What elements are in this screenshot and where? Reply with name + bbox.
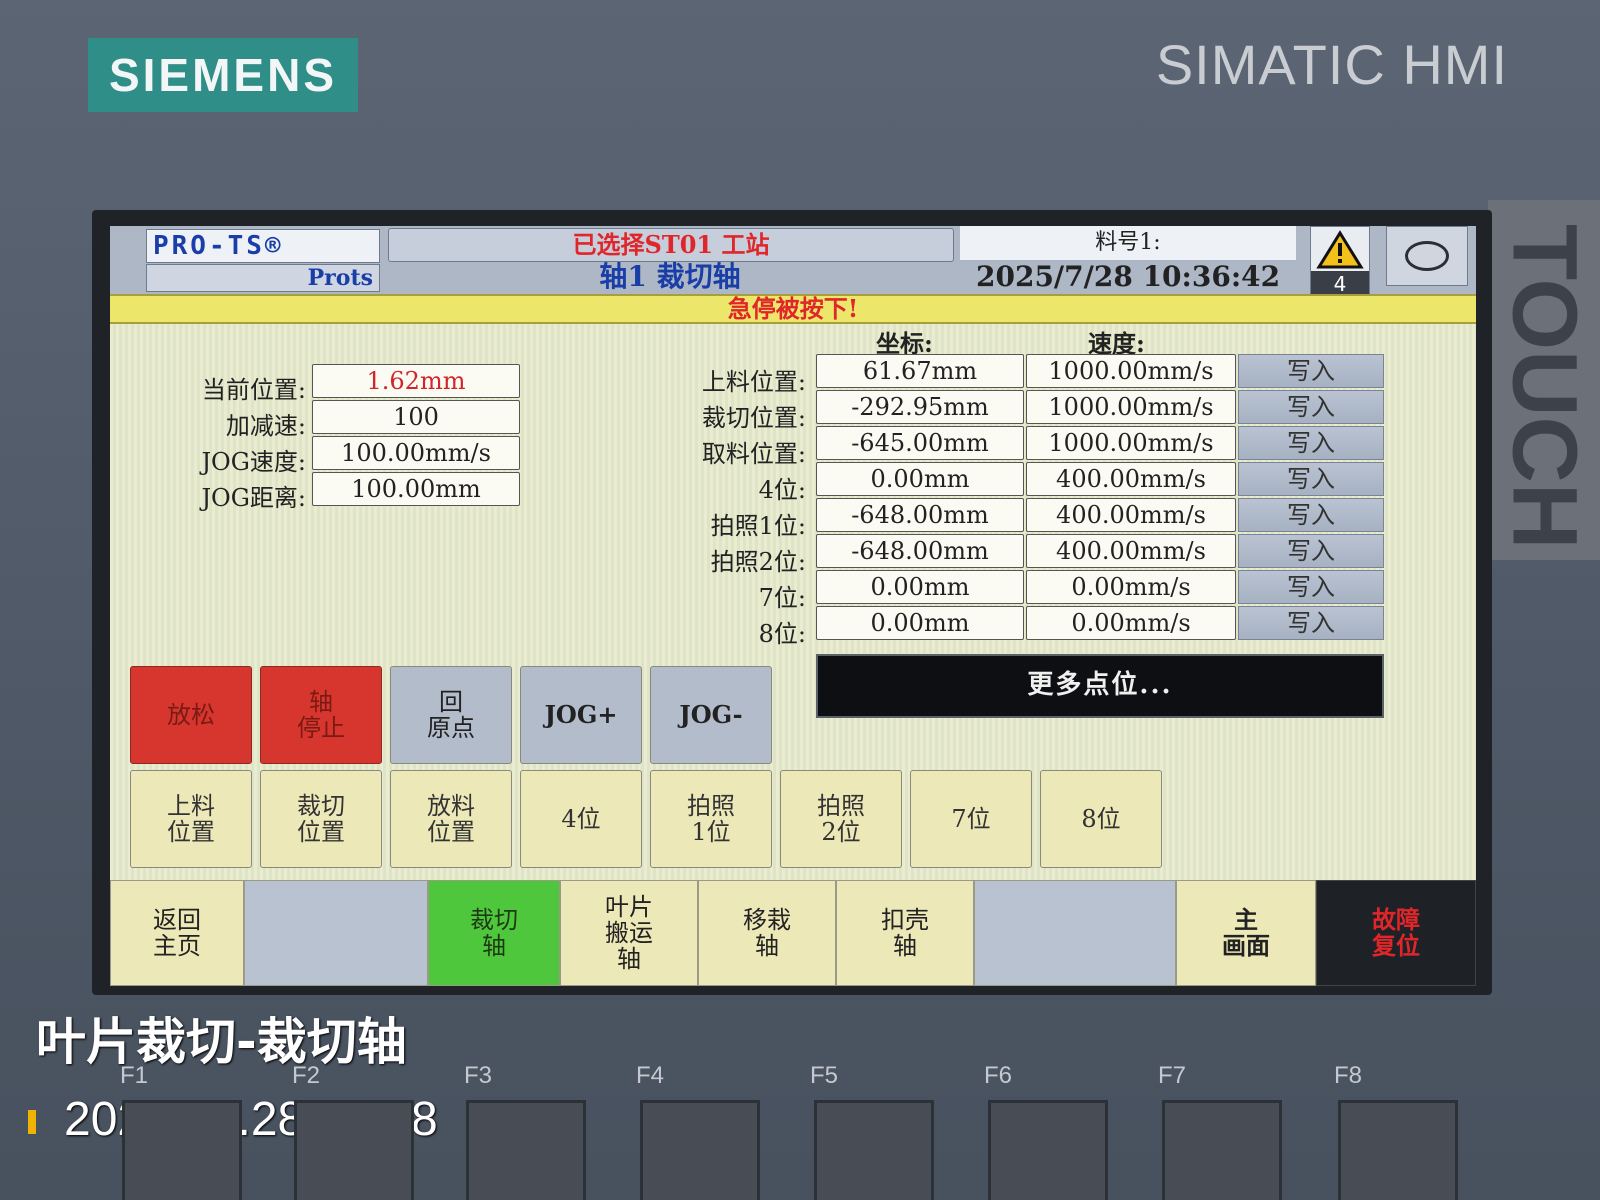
nav-blank-1 xyxy=(244,880,428,986)
header-bar: PRO-TS® Prots 已选择ST01 工站 轴1 裁切轴 料号1: 202… xyxy=(110,226,1476,298)
fkey-label-f1: F1 xyxy=(120,1062,149,1089)
goto-p8-button[interactable]: 8位 xyxy=(1040,770,1162,868)
jog-minus-button[interactable]: JOG- xyxy=(650,666,772,764)
siemens-logo: SIEMENS xyxy=(88,38,358,112)
material-number: 料号1: xyxy=(960,226,1296,260)
model-label: SIMATIC HMI xyxy=(1155,33,1508,96)
circle-icon xyxy=(1405,241,1449,271)
accel-field[interactable]: 100 xyxy=(312,400,520,434)
fkey-f3-button[interactable] xyxy=(466,1100,586,1200)
fkey-f7-button[interactable] xyxy=(1162,1100,1282,1200)
accel-label: 加减速: xyxy=(225,412,306,440)
goto-p4-button[interactable]: 4位 xyxy=(520,770,642,868)
goto-cut-button[interactable]: 裁切 位置 xyxy=(260,770,382,868)
row-label: 7位: xyxy=(758,584,806,612)
jog-distance-label: JOG距离: xyxy=(201,484,306,512)
row-label: 4位: xyxy=(758,476,806,504)
nav-cut-axis[interactable]: 裁切 轴 xyxy=(428,880,560,986)
row-label: 裁切位置: xyxy=(701,404,806,432)
speed-field[interactable]: 400.00mm/s xyxy=(1026,534,1236,568)
jog-speed-label: JOG速度: xyxy=(201,448,306,476)
speed-field[interactable]: 1000.00mm/s xyxy=(1026,426,1236,460)
goto-photo2-button[interactable]: 拍照 2位 xyxy=(780,770,902,868)
touch-label: TOUCH xyxy=(1488,200,1600,560)
coord-field[interactable]: -645.00mm xyxy=(816,426,1024,460)
coord-field[interactable]: 0.00mm xyxy=(816,462,1024,496)
photo-caption: 叶片裁切-裁切轴 xyxy=(36,1013,407,1071)
row-label: 8位: xyxy=(758,620,806,648)
axis-stop-button[interactable]: 轴 停止 xyxy=(260,666,382,764)
date-time: 2025/7/28 10:36:42 xyxy=(976,260,1281,293)
write-button[interactable]: 写入 xyxy=(1238,462,1384,496)
fkey-f6-button[interactable] xyxy=(988,1100,1108,1200)
goto-p7-button[interactable]: 7位 xyxy=(910,770,1032,868)
fkey-label-f7: F7 xyxy=(1158,1062,1187,1089)
row-label: 拍照2位: xyxy=(710,548,806,576)
hmi-screen: PRO-TS® Prots 已选择ST01 工站 轴1 裁切轴 料号1: 202… xyxy=(110,226,1476,986)
speed-field[interactable]: 400.00mm/s xyxy=(1026,462,1236,496)
fkey-f4-button[interactable] xyxy=(640,1100,760,1200)
timestamp-marker xyxy=(28,1110,36,1134)
fkey-label-f5: F5 xyxy=(810,1062,839,1089)
coord-field[interactable]: -292.95mm xyxy=(816,390,1024,424)
page-title: 轴1 裁切轴 xyxy=(599,260,741,293)
write-button[interactable]: 写入 xyxy=(1238,606,1384,640)
coord-field[interactable]: -648.00mm xyxy=(816,534,1024,568)
jog-speed-field[interactable]: 100.00mm/s xyxy=(312,436,520,470)
station-indicator: 已选择ST01 工站 xyxy=(388,228,954,262)
coord-field[interactable]: 61.67mm xyxy=(816,354,1024,388)
write-button[interactable]: 写入 xyxy=(1238,498,1384,532)
write-button[interactable]: 写入 xyxy=(1238,354,1384,388)
row-label: 上料位置: xyxy=(701,368,806,396)
fkey-label-f3: F3 xyxy=(464,1062,493,1089)
row-label: 取料位置: xyxy=(701,440,806,468)
write-button[interactable]: 写入 xyxy=(1238,390,1384,424)
write-button[interactable]: 写入 xyxy=(1238,534,1384,568)
speed-field[interactable]: 1000.00mm/s xyxy=(1026,354,1236,388)
goto-unload-button[interactable]: 放料 位置 xyxy=(390,770,512,868)
nav-back-home[interactable]: 返回 主页 xyxy=(110,880,244,986)
alarm-button[interactable]: 4 xyxy=(1310,226,1370,298)
fkey-f8-button[interactable] xyxy=(1338,1100,1458,1200)
home-button[interactable]: 回 原点 xyxy=(390,666,512,764)
warning-icon xyxy=(1316,230,1364,269)
more-positions-button[interactable]: 更多点位... xyxy=(816,654,1384,718)
nav-move-axis[interactable]: 移栽 轴 xyxy=(698,880,836,986)
write-button[interactable]: 写入 xyxy=(1238,426,1384,460)
speed-field[interactable]: 0.00mm/s xyxy=(1026,606,1236,640)
speed-field[interactable]: 400.00mm/s xyxy=(1026,498,1236,532)
fkey-f5-button[interactable] xyxy=(814,1100,934,1200)
prots-label: Prots xyxy=(146,264,380,292)
speed-field[interactable]: 0.00mm/s xyxy=(1026,570,1236,604)
release-button[interactable]: 放松 xyxy=(130,666,252,764)
nav-shell-axis[interactable]: 扣壳 轴 xyxy=(836,880,974,986)
coord-field[interactable]: -648.00mm xyxy=(816,498,1024,532)
coord-field[interactable]: 0.00mm xyxy=(816,606,1024,640)
current-position-label: 当前位置: xyxy=(201,376,306,404)
jog-plus-button[interactable]: JOG+ xyxy=(520,666,642,764)
estop-banner: 急停被按下! xyxy=(110,294,1476,324)
fkey-f2-button[interactable] xyxy=(294,1100,414,1200)
row-label: 拍照1位: xyxy=(710,512,806,540)
fkey-f1-button[interactable] xyxy=(122,1100,242,1200)
current-position-value: 1.62mm xyxy=(312,364,520,398)
goto-photo1-button[interactable]: 拍照 1位 xyxy=(650,770,772,868)
fkey-label-f4: F4 xyxy=(636,1062,665,1089)
nav-blank-2 xyxy=(974,880,1176,986)
nav-blade-transfer-axis[interactable]: 叶片 搬运 轴 xyxy=(560,880,698,986)
fkey-label-f6: F6 xyxy=(984,1062,1013,1089)
goto-load-button[interactable]: 上料 位置 xyxy=(130,770,252,868)
nav-main-screen[interactable]: 主 画面 xyxy=(1176,880,1316,986)
write-button[interactable]: 写入 xyxy=(1238,570,1384,604)
speed-field[interactable]: 1000.00mm/s xyxy=(1026,390,1236,424)
circle-button[interactable] xyxy=(1386,226,1468,286)
coord-field[interactable]: 0.00mm xyxy=(816,570,1024,604)
jog-distance-field[interactable]: 100.00mm xyxy=(312,472,520,506)
pro-ts-logo: PRO-TS® xyxy=(146,229,380,263)
fault-reset-button[interactable]: 故障 复位 xyxy=(1316,880,1476,986)
fkey-label-f2: F2 xyxy=(292,1062,321,1089)
fkey-label-f8: F8 xyxy=(1334,1062,1363,1089)
